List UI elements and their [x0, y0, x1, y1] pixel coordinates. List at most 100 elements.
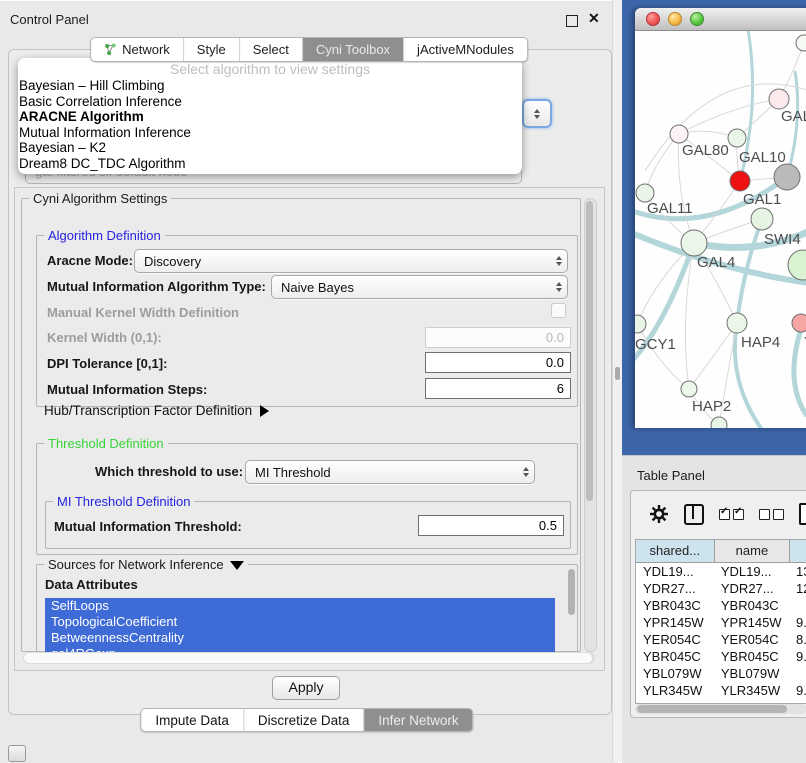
node-label-hap2: HAP2: [692, 398, 731, 415]
table-header-row: shared...name: [636, 540, 806, 563]
which-threshold-label: Which threshold to use:: [95, 464, 243, 479]
table-row[interactable]: YBR043CYBR043C: [636, 597, 806, 614]
tab-jactivemnodules[interactable]: jActiveMNodules: [403, 38, 527, 61]
network-node-y[interactable]: [792, 314, 806, 332]
network-node[interactable]: [774, 164, 800, 190]
network-node-gal[interactable]: [769, 89, 789, 109]
settings-vertical-scrollbar[interactable]: [584, 198, 597, 652]
mi-steps-field[interactable]: 6: [425, 378, 571, 399]
column-header-name[interactable]: name: [715, 540, 791, 562]
zoom-traffic-light-icon[interactable]: [690, 12, 704, 26]
network-edge[interactable]: [637, 324, 689, 389]
network-node-gal80[interactable]: [670, 125, 688, 143]
table-row[interactable]: YDR27...YDR27...12: [636, 580, 806, 597]
new-table-page-icon[interactable]: [799, 503, 806, 525]
algorithm-combobox-focused-fragment[interactable]: [522, 99, 552, 128]
manual-kernel-checkbox[interactable]: [551, 303, 566, 318]
table-row[interactable]: YDL19...YDL19...13: [636, 563, 806, 580]
combo-steppers-icon: [551, 256, 567, 266]
tab-style[interactable]: Style: [183, 38, 239, 61]
algorithm-option-mutual-information-inference[interactable]: Mutual Information Inference: [18, 125, 522, 141]
attribute-item-betweennesscentrality[interactable]: BetweennessCentrality: [45, 630, 555, 646]
mi-algorithm-type-combobox[interactable]: Naive Bayes: [271, 275, 568, 299]
algorithm-option-basic-correlation-inference[interactable]: Basic Correlation Inference: [18, 94, 522, 110]
column-header-clipped[interactable]: [790, 540, 806, 562]
apply-button[interactable]: Apply: [272, 676, 340, 700]
table-cell: YBR043C: [714, 597, 789, 614]
aracne-mode-combobox[interactable]: Discovery: [134, 249, 568, 273]
hub-definition-expander[interactable]: Hub/Transcription Factor Definition: [44, 403, 269, 418]
table-cell: YBR045C: [636, 648, 714, 665]
attributes-list-scrollbar[interactable]: [568, 569, 575, 615]
tab-select[interactable]: Select: [239, 38, 302, 61]
minimize-traffic-light-icon[interactable]: [668, 12, 682, 26]
network-node[interactable]: [711, 417, 727, 428]
table-panel: shared...name YDL19...YDL19...13YDR27...…: [630, 490, 806, 718]
network-node[interactable]: [796, 35, 806, 51]
network-node-gal4[interactable]: [681, 230, 707, 256]
tab-label: Cyni Toolbox: [316, 42, 390, 57]
tab-network[interactable]: Network: [91, 38, 183, 61]
tab-cyni-toolbox[interactable]: Cyni Toolbox: [302, 38, 403, 61]
float-panel-icon[interactable]: [566, 15, 578, 27]
collapsed-panel-button[interactable]: [8, 745, 26, 762]
gear-icon[interactable]: [649, 504, 669, 524]
table-horizontal-scrollbar[interactable]: [635, 704, 806, 714]
columns-icon[interactable]: [684, 504, 704, 525]
which-threshold-combobox[interactable]: MI Threshold: [245, 460, 535, 484]
deselect-all-checkboxes-icon[interactable]: [759, 509, 784, 520]
expander-right-triangle-icon: [260, 405, 269, 417]
network-node-gal10[interactable]: [728, 129, 746, 147]
table-row[interactable]: YBL079WYBL079W: [636, 665, 806, 682]
node-label-gal11: GAL11: [647, 200, 693, 217]
tab-label: jActiveMNodules: [417, 42, 514, 57]
attribute-item-selfloops[interactable]: SelfLoops: [45, 598, 555, 614]
network-window-titlebar[interactable]: [635, 8, 806, 31]
subtab-impute-data[interactable]: Impute Data: [141, 709, 243, 731]
mi-threshold-field[interactable]: 0.5: [418, 515, 564, 536]
table-cell: 8.: [789, 631, 806, 648]
network-node-gcy1[interactable]: [635, 315, 646, 333]
network-node-hap2[interactable]: [681, 381, 697, 397]
network-node[interactable]: [788, 250, 806, 280]
algorithm-option-bayesian-k2[interactable]: Bayesian – K2: [18, 140, 522, 156]
network-node-hap4[interactable]: [727, 313, 747, 333]
network-edge[interactable]: [689, 323, 737, 389]
algorithm-option-dream8-dc-tdc-algorithm[interactable]: Dream8 DC_TDC Algorithm: [18, 156, 522, 172]
table-row[interactable]: YBR045CYBR045C9.: [636, 648, 806, 665]
scrollbar-thumb[interactable]: [586, 201, 593, 501]
table-panel-title: Table Panel: [637, 468, 705, 483]
dpi-tolerance-field[interactable]: 0.0: [425, 352, 571, 373]
mi-threshold-definition-group: MI Threshold Definition Mutual Informati…: [45, 501, 571, 549]
data-attributes-list[interactable]: SelfLoopsTopologicalCoefficientBetweenne…: [45, 598, 555, 654]
table-cell: 9.: [789, 614, 806, 631]
table-row[interactable]: YER054CYER054C8.: [636, 631, 806, 648]
divider-handle-icon[interactable]: [615, 367, 620, 380]
scrollbar-thumb[interactable]: [24, 653, 592, 663]
settings-horizontal-scrollbar[interactable]: [23, 652, 595, 664]
cyni-settings-scrollpane: Cyni Algorithm Settings Algorithm Defini…: [14, 187, 605, 671]
network-node-gal1[interactable]: [730, 171, 750, 191]
close-traffic-light-icon[interactable]: [646, 12, 660, 26]
node-label-gal10: GAL10: [739, 149, 786, 166]
select-all-checkboxes-icon[interactable]: [719, 509, 744, 520]
sources-group-title[interactable]: Sources for Network Inference: [44, 557, 248, 572]
table-row[interactable]: YPR145WYPR145W9.: [636, 614, 806, 631]
subtab-infer-network[interactable]: Infer Network: [363, 709, 472, 731]
subtab-discretize-data[interactable]: Discretize Data: [243, 709, 364, 731]
combo-steppers-icon: [551, 282, 567, 292]
network-node-swi4[interactable]: [751, 208, 773, 230]
table-row[interactable]: YLR345WYLR345W9.: [636, 682, 806, 699]
column-header-shared-[interactable]: shared...: [636, 540, 715, 562]
table-panel-region: Table Panel shared...name: [622, 455, 806, 763]
network-canvas[interactable]: GALGAL80GAL10GAL1GAL11SWI4GAL4GCY1HAP4YH…: [635, 31, 806, 428]
algorithm-option-bayesian-hill-climbing[interactable]: Bayesian – Hill Climbing: [18, 78, 522, 94]
kernel-width-field[interactable]: 0.0: [425, 327, 571, 348]
close-icon[interactable]: ✕: [588, 10, 600, 27]
algorithm-option-aracne-algorithm[interactable]: ARACNE Algorithm: [18, 109, 522, 125]
network-edge[interactable]: [679, 99, 779, 134]
attribute-item-topologicalcoefficient[interactable]: TopologicalCoefficient: [45, 614, 555, 630]
table-cell: [789, 665, 806, 682]
scrollbar-thumb[interactable]: [637, 705, 787, 713]
table-cell: YLR345W: [714, 682, 789, 699]
